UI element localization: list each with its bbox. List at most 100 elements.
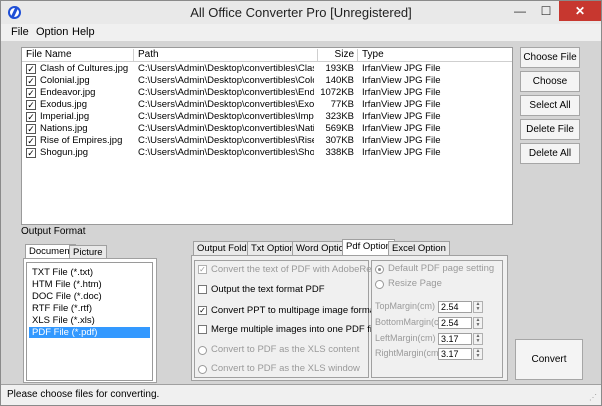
row-checkbox[interactable]: ✓ xyxy=(26,148,36,158)
format-item-doc[interactable]: DOC File (*.doc) xyxy=(29,291,150,302)
pdf-options-group xyxy=(194,260,369,378)
type-cell: IrfanView JPG File xyxy=(362,75,441,86)
format-item-txt[interactable]: TXT File (*.txt) xyxy=(29,267,150,278)
file-name-cell: Nations.jpg xyxy=(40,123,88,134)
checkbox[interactable]: ✓ xyxy=(198,265,207,274)
table-row[interactable]: ✓ Shogun.jpg C:\Users\Admin\Desktop\conver… xyxy=(22,147,512,159)
radio-xls-content[interactable]: Convert to PDF as the XLS content xyxy=(198,344,363,356)
type-cell: IrfanView JPG File xyxy=(362,111,441,122)
file-list[interactable]: File Name Path Size Type ✓ Clash of Cultu… xyxy=(21,47,513,225)
maximize-button[interactable]: ☐ xyxy=(533,1,559,21)
radio-resize-page[interactable]: Resize Page xyxy=(375,278,499,290)
format-item-htm[interactable]: HTM File (*.htm) xyxy=(29,279,150,290)
tab-excel-option[interactable]: Excel Option xyxy=(388,241,450,255)
title-bar[interactable]: All Office Converter Pro [Unregistered] … xyxy=(1,1,601,24)
spin-down-icon[interactable]: ▼ xyxy=(476,322,481,328)
table-row[interactable]: ✓ Clash of Cultures.jpg C:\Users\Admin\Des… xyxy=(22,63,512,75)
table-row[interactable]: ✓ Nations.jpg C:\Users\Admin\Desktop\conve… xyxy=(22,123,512,135)
size-cell: 323KB xyxy=(325,111,354,122)
menu-file[interactable]: File xyxy=(11,26,29,38)
radio-button[interactable] xyxy=(375,280,384,289)
left-margin-row: LeftMargin(cm) 3.17 ▲ ▼ xyxy=(375,333,495,346)
delete-file-button[interactable]: Delete File xyxy=(520,119,580,140)
radio-button[interactable] xyxy=(198,346,207,355)
output-format-label: Output Format xyxy=(21,226,86,237)
top-margin-spinner[interactable]: ▲ ▼ xyxy=(473,301,483,313)
row-checkbox[interactable]: ✓ xyxy=(26,124,36,134)
column-type[interactable]: Type xyxy=(358,49,512,62)
menu-bar: File Option Help xyxy=(1,24,601,41)
delete-all-button[interactable]: Delete All xyxy=(520,143,580,164)
radio-button[interactable] xyxy=(375,265,384,274)
table-row[interactable]: ✓ Colonial.jpg C:\Users\Admin\Desktop\conv… xyxy=(22,75,512,87)
type-cell: IrfanView JPG File xyxy=(362,147,441,158)
path-cell: C:\Users\Admin\Desktop\convertibles\Exo.… xyxy=(138,99,314,110)
type-cell: IrfanView JPG File xyxy=(362,87,441,98)
format-item-pdf[interactable]: PDF File (*.pdf) xyxy=(29,327,150,338)
option-adobe-reader[interactable]: ✓ Convert the text of PDF with AdobeRead… xyxy=(198,264,391,276)
column-size[interactable]: Size xyxy=(317,49,358,62)
select-all-button[interactable]: Select All xyxy=(520,95,580,116)
table-row[interactable]: ✓ Endeavor.jpg C:\Users\Admin\Desktop\conv… xyxy=(22,87,512,99)
right-margin-spinner[interactable]: ▲ ▼ xyxy=(473,348,483,360)
right-margin-input[interactable]: 3.17 xyxy=(438,348,472,360)
radio-default-page-setting[interactable]: Default PDF page setting xyxy=(375,263,499,275)
row-checkbox[interactable]: ✓ xyxy=(26,76,36,86)
option-label: Merge multiple images into one PDF file xyxy=(211,324,380,335)
file-name-cell: Shogun.jpg xyxy=(40,147,89,158)
path-cell: C:\Users\Admin\Desktop\convertibles\Colo… xyxy=(138,75,314,86)
size-cell: 569KB xyxy=(325,123,354,134)
table-row[interactable]: ✓ Exodus.jpg C:\Users\Admin\Desktop\conver… xyxy=(22,99,512,111)
option-label: Convert to PDF as the XLS content xyxy=(211,344,360,355)
radio-button[interactable] xyxy=(198,365,207,374)
size-cell: 193KB xyxy=(325,63,354,74)
path-cell: C:\Users\Admin\Desktop\convertibles\Nati… xyxy=(138,123,314,134)
file-list-header: File Name Path Size Type xyxy=(22,48,512,62)
size-cell: 140KB xyxy=(325,75,354,86)
choose-folder-button[interactable]: Choose Folder xyxy=(520,71,580,107)
close-button[interactable]: ✕ xyxy=(559,1,601,21)
size-cell: 338KB xyxy=(325,147,354,158)
spin-down-icon[interactable]: ▼ xyxy=(476,306,481,312)
convert-button[interactable]: Convert xyxy=(515,339,583,380)
left-margin-spinner[interactable]: ▲ ▼ xyxy=(473,333,483,345)
app-window: All Office Converter Pro [Unregistered] … xyxy=(0,0,602,406)
path-cell: C:\Users\Admin\Desktop\convertibles\Imp.… xyxy=(138,111,314,122)
format-item-rtf[interactable]: RTF File (*.rtf) xyxy=(29,303,150,314)
top-margin-row: TopMargin(cm) 2.54 ▲ ▼ xyxy=(375,301,495,314)
format-item-xls[interactable]: XLS File (*.xls) xyxy=(29,315,150,326)
option-text-format-pdf[interactable]: Output the text format PDF xyxy=(198,284,363,296)
menu-help[interactable]: Help xyxy=(72,26,95,38)
bottom-margin-input[interactable]: 2.54 xyxy=(438,317,472,329)
column-file-name[interactable]: File Name xyxy=(22,49,134,62)
left-margin-input[interactable]: 3.17 xyxy=(438,333,472,345)
row-checkbox[interactable]: ✓ xyxy=(26,88,36,98)
spin-down-icon[interactable]: ▼ xyxy=(476,353,481,359)
resize-grip-icon[interactable]: ⋰ xyxy=(589,393,599,403)
top-margin-input[interactable]: 2.54 xyxy=(438,301,472,313)
checkbox[interactable] xyxy=(198,285,207,294)
row-checkbox[interactable]: ✓ xyxy=(26,112,36,122)
row-checkbox[interactable]: ✓ xyxy=(26,136,36,146)
minimize-button[interactable]: — xyxy=(507,1,533,21)
tab-picture[interactable]: Picture xyxy=(69,245,107,259)
table-row[interactable]: ✓ Rise of Empires.jpg C:\Users\Admin\Deskt… xyxy=(22,135,512,147)
status-text: Please choose files for converting. xyxy=(7,389,160,400)
type-cell: IrfanView JPG File xyxy=(362,123,441,134)
tab-pdf-option[interactable]: Pdf Option xyxy=(342,239,395,255)
spin-down-icon[interactable]: ▼ xyxy=(476,338,481,344)
checkbox[interactable]: ✓ xyxy=(198,306,207,315)
checkbox[interactable] xyxy=(198,325,207,334)
table-row[interactable]: ✓ Imperial.jpg C:\Users\Admin\Desktop\conv… xyxy=(22,111,512,123)
bottom-margin-spinner[interactable]: ▲ ▼ xyxy=(473,317,483,329)
choose-file-button[interactable]: Choose File xyxy=(520,47,580,68)
size-cell: 1072KB xyxy=(320,87,354,98)
path-cell: C:\Users\Admin\Desktop\convertibles\Sho.… xyxy=(138,147,314,158)
radio-xls-window[interactable]: Convert to PDF as the XLS window xyxy=(198,363,363,375)
option-ppt-multipage[interactable]: ✓ Convert PPT to multipage image format … xyxy=(198,305,399,317)
format-list[interactable]: TXT File (*.txt) HTM File (*.htm) DOC Fi… xyxy=(26,262,153,381)
option-merge-images[interactable]: Merge multiple images into one PDF file xyxy=(198,324,379,336)
row-checkbox[interactable]: ✓ xyxy=(26,64,36,74)
row-checkbox[interactable]: ✓ xyxy=(26,100,36,110)
menu-option[interactable]: Option xyxy=(36,26,68,38)
